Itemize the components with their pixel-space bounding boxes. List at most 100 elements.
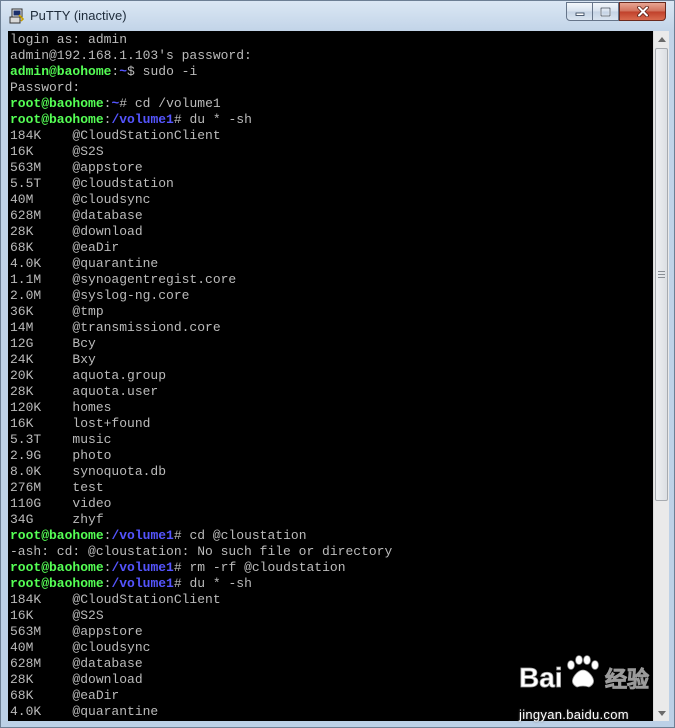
output-text: 120K homes	[10, 400, 112, 415]
terminal-line: 28K @download	[10, 224, 653, 240]
output-text: 563M @appstore	[10, 624, 143, 639]
prompt-user-host: root@baohome	[10, 576, 104, 591]
terminal-line: 16K lost+found	[10, 416, 653, 432]
output-text: 2.9G photo	[10, 448, 112, 463]
output-text: 5.3T music	[10, 432, 112, 447]
prompt-symbol: #	[119, 96, 128, 111]
prompt-symbol: #	[173, 576, 182, 591]
close-icon	[636, 6, 649, 17]
putty-icon	[9, 8, 25, 24]
output-text: 4.0K @quarantine	[10, 256, 159, 271]
output-text: 110G video	[10, 496, 112, 511]
command-text: cd /volume1	[127, 96, 221, 111]
terminal-line: Password:	[10, 80, 653, 96]
output-text: 68K @eaDir	[10, 688, 120, 703]
terminal-line: 2.9G photo	[10, 448, 653, 464]
terminal-line: admin@192.168.1.103's password:	[10, 48, 653, 64]
terminal-prompt-line: root@baohome:/volume1# cd @cloustation	[10, 528, 653, 544]
prompt-path: /volume1	[111, 560, 174, 575]
output-text: 28K @download	[10, 672, 143, 687]
prompt-user-host: root@baohome	[10, 96, 104, 111]
scroll-thumb[interactable]	[655, 48, 668, 501]
terminal-prompt-line: root@baohome:~# cd /volume1	[10, 96, 653, 112]
output-text: 20K aquota.group	[10, 368, 167, 383]
output-text: login as: admin	[10, 32, 128, 47]
baidu-jingyan-watermark: Bai 经验 jingyan.baidu.com	[517, 653, 667, 723]
command-text: du * -sh	[181, 576, 252, 591]
output-text: -ash: cd: @cloustation: No such file or …	[10, 544, 393, 559]
command-text: cd @cloustation	[181, 528, 307, 543]
output-text: 16K lost+found	[10, 416, 151, 431]
grip-icon	[658, 271, 665, 278]
terminal-prompt-line: root@baohome:/volume1# du * -sh	[10, 576, 653, 592]
svg-text:Bai: Bai	[519, 662, 563, 693]
output-text: 14M @transmissiond.core	[10, 320, 221, 335]
putty-window: PuTTY (inactive) login as: admin admin@19…	[0, 0, 675, 728]
terminal-line: 8.0K synoquota.db	[10, 464, 653, 480]
terminal-line: 14M @transmissiond.core	[10, 320, 653, 336]
terminal-prompt-line: admin@baohome:~$ sudo -i	[10, 64, 653, 80]
terminal-line: 110G video	[10, 496, 653, 512]
output-text: 1.1M @synoagentregist.core	[10, 272, 237, 287]
prompt-path: ~	[119, 64, 128, 79]
terminal-line: 16K @S2S	[10, 144, 653, 160]
output-text: 5.5T @cloudstation	[10, 176, 174, 191]
terminal-line: 563M @appstore	[10, 160, 653, 176]
output-text: 2.0M @syslog-ng.core	[10, 288, 190, 303]
prompt-user-host: admin@baohome	[10, 64, 112, 79]
terminal-line: 24K Bxy	[10, 352, 653, 368]
minimize-icon	[575, 12, 584, 16]
prompt-symbol: #	[173, 528, 182, 543]
terminal-line: 5.3T music	[10, 432, 653, 448]
command-text: sudo -i	[134, 64, 198, 79]
output-text: 16K @S2S	[10, 608, 104, 623]
scroll-up-button[interactable]	[654, 31, 669, 47]
baidu-logo-icon: Bai 经验	[519, 655, 649, 693]
output-text: 628M @database	[10, 208, 143, 223]
svg-text:经验: 经验	[605, 667, 649, 693]
output-text: 40M @cloudsync	[10, 640, 151, 655]
watermark-url: jingyan.baidu.com	[519, 707, 629, 722]
maximize-button[interactable]	[592, 2, 619, 21]
window-title: PuTTY (inactive)	[30, 8, 127, 23]
terminal-line: 120K homes	[10, 400, 653, 416]
prompt-user-host: root@baohome	[10, 112, 104, 127]
command-text: rm -rf @cloudstation	[181, 560, 346, 575]
terminal-line: 5.5T @cloudstation	[10, 176, 653, 192]
output-text: 184K @CloudStationClient	[10, 592, 221, 607]
title-bar[interactable]: PuTTY (inactive)	[1, 1, 674, 31]
minimize-button[interactable]	[566, 2, 593, 21]
terminal-prompt-line: root@baohome:/volume1# rm -rf @cloudstat…	[10, 560, 653, 576]
output-text: 24K Bxy	[10, 352, 96, 367]
output-text: 276M test	[10, 480, 104, 495]
prompt-path: /volume1	[111, 112, 174, 127]
output-text: 34G zhyf	[10, 512, 104, 527]
output-text: 68K @eaDir	[10, 240, 120, 255]
command-text: du * -sh	[181, 112, 252, 127]
prompt-symbol: #	[173, 112, 182, 127]
terminal-line: 1.1M @synoagentregist.core	[10, 272, 653, 288]
output-text: Password:	[10, 80, 81, 95]
output-text: 628M @database	[10, 656, 143, 671]
terminal-lines: login as: admin admin@192.168.1.103's pas…	[8, 31, 653, 720]
terminal-line: 276M test	[10, 480, 653, 496]
terminal-line: 12G Bcy	[10, 336, 653, 352]
output-text: 12G Bcy	[10, 336, 96, 351]
terminal-line: 4.0K @quarantine	[10, 256, 653, 272]
terminal-line: 184K @CloudStationClient	[10, 128, 653, 144]
output-text: 563M @appstore	[10, 160, 143, 175]
terminal-line: 20K aquota.group	[10, 368, 653, 384]
terminal-line: 184K @CloudStationClient	[10, 592, 653, 608]
terminal-line: 28K aquota.user	[10, 384, 653, 400]
close-button[interactable]	[619, 2, 666, 21]
terminal-line: login as: admin	[10, 32, 653, 48]
prompt-path: /volume1	[111, 528, 174, 543]
output-text: 28K aquota.user	[10, 384, 159, 399]
prompt-user-host: root@baohome	[10, 528, 104, 543]
output-text: 16K @S2S	[10, 144, 104, 159]
vertical-scrollbar[interactable]	[653, 31, 669, 721]
terminal-line: -ash: cd: @cloustation: No such file or …	[10, 544, 653, 560]
terminal-output[interactable]: login as: admin admin@192.168.1.103's pas…	[8, 31, 653, 721]
output-text: admin@192.168.1.103's password:	[10, 48, 252, 63]
terminal-line: 34G zhyf	[10, 512, 653, 528]
